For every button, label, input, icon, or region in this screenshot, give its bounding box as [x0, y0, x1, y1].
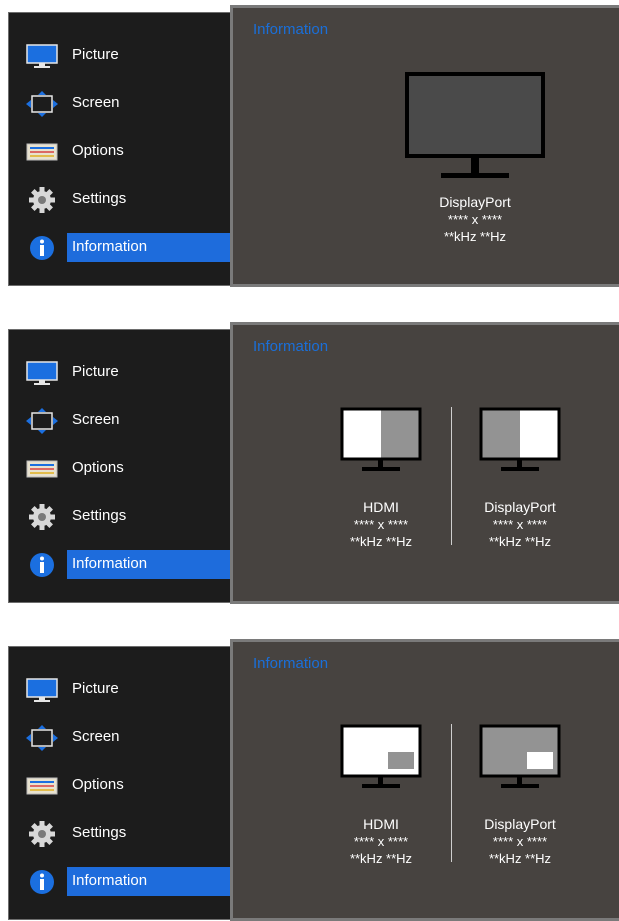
info-icon: [30, 236, 54, 260]
menu-item-screen[interactable]: Screen: [9, 90, 241, 118]
screen-adjust-icon: [26, 91, 58, 117]
source-info-displayport: DisplayPort **** x **** **kHz **Hz: [460, 816, 580, 867]
source-info: DisplayPort **** x **** **kHz **Hz: [410, 194, 540, 245]
source-frequency: **kHz **Hz: [349, 851, 413, 866]
menu-item-label: Options: [72, 459, 124, 476]
monitor-icon: [26, 361, 58, 385]
source-frequency: **kHz **Hz: [443, 229, 507, 244]
menu-item-label: Information: [72, 238, 148, 255]
source-divider: [451, 407, 452, 545]
panel-title: Information: [253, 338, 329, 355]
osd-screen-single: Picture Screen Options Settings Informat…: [8, 5, 619, 287]
menu-item-label: Information: [72, 555, 148, 572]
menu-item-information[interactable]: Information: [9, 867, 241, 896]
source-name: DisplayPort: [484, 816, 556, 832]
information-panel: Information HDMI **** x **** **kHz **Hz …: [230, 322, 619, 604]
info-icon: [30, 553, 54, 577]
menu-item-settings[interactable]: Settings: [9, 503, 241, 531]
menu-item-picture[interactable]: Picture: [9, 676, 241, 704]
options-sliders-icon: [26, 777, 58, 795]
menu-item-settings[interactable]: Settings: [9, 820, 241, 848]
source-resolution: **** x ****: [492, 834, 548, 849]
source-info-hdmi: HDMI **** x **** **kHz **Hz: [321, 499, 441, 550]
source-info-hdmi: HDMI **** x **** **kHz **Hz: [321, 816, 441, 867]
menu-item-label: Information: [72, 872, 148, 889]
menu-item-options[interactable]: Options: [9, 772, 241, 800]
menu-item-label: Picture: [72, 46, 119, 63]
source-name: DisplayPort: [484, 499, 556, 515]
menu-item-label: Settings: [72, 190, 127, 207]
gear-icon: [29, 821, 55, 847]
panel-title: Information: [253, 655, 329, 672]
screen-adjust-icon: [26, 725, 58, 751]
monitor-graphic-displayport: [479, 724, 561, 788]
menu-item-options[interactable]: Options: [9, 455, 241, 483]
source-info-displayport: DisplayPort **** x **** **kHz **Hz: [460, 499, 580, 550]
menu-item-picture[interactable]: Picture: [9, 42, 241, 70]
menu-item-information[interactable]: Information: [9, 550, 241, 579]
source-frequency: **kHz **Hz: [488, 851, 552, 866]
menu-item-label: Picture: [72, 363, 119, 380]
source-name: HDMI: [363, 816, 399, 832]
source-name: DisplayPort: [439, 194, 511, 210]
menu-item-information[interactable]: Information: [9, 233, 241, 262]
menu-item-label: Screen: [72, 411, 120, 428]
menu-item-label: Screen: [72, 728, 120, 745]
osd-screen-pbp: Picture Screen Options Settings Informat…: [8, 322, 619, 604]
monitor-graphic-hdmi: [340, 724, 422, 788]
osd-screen-pip: Picture Screen Options Settings Informat…: [8, 639, 619, 921]
source-divider: [451, 724, 452, 862]
source-resolution: **** x ****: [353, 517, 409, 532]
menu-item-label: Settings: [72, 507, 127, 524]
menu-item-options[interactable]: Options: [9, 138, 241, 166]
osd-menu: Picture Screen Options Settings Informat…: [8, 329, 241, 603]
information-panel: Information HDMI **** x **** **kHz **Hz …: [230, 639, 619, 921]
information-panel: Information DisplayPort **** x **** **kH…: [230, 5, 619, 287]
monitor-graphic-displayport: [479, 407, 561, 471]
menu-item-screen[interactable]: Screen: [9, 724, 241, 752]
monitor-graphic: [405, 72, 545, 178]
osd-menu: Picture Screen Options Settings Informat…: [8, 646, 241, 920]
osd-menu: Picture Screen Options Settings Informat…: [8, 12, 241, 286]
info-icon: [30, 870, 54, 894]
menu-item-label: Settings: [72, 824, 127, 841]
menu-item-screen[interactable]: Screen: [9, 407, 241, 435]
gear-icon: [29, 187, 55, 213]
menu-item-settings[interactable]: Settings: [9, 186, 241, 214]
source-frequency: **kHz **Hz: [488, 534, 552, 549]
options-sliders-icon: [26, 143, 58, 161]
panel-title: Information: [253, 21, 329, 38]
menu-item-picture[interactable]: Picture: [9, 359, 241, 387]
menu-item-label: Options: [72, 142, 124, 159]
source-resolution: **** x ****: [447, 212, 503, 227]
monitor-icon: [26, 44, 58, 68]
menu-item-label: Picture: [72, 680, 119, 697]
menu-item-label: Options: [72, 776, 124, 793]
source-frequency: **kHz **Hz: [349, 534, 413, 549]
monitor-icon: [26, 678, 58, 702]
gear-icon: [29, 504, 55, 530]
monitor-graphic-hdmi: [340, 407, 422, 471]
options-sliders-icon: [26, 460, 58, 478]
source-resolution: **** x ****: [353, 834, 409, 849]
screen-adjust-icon: [26, 408, 58, 434]
source-resolution: **** x ****: [492, 517, 548, 532]
source-name: HDMI: [363, 499, 399, 515]
menu-item-label: Screen: [72, 94, 120, 111]
